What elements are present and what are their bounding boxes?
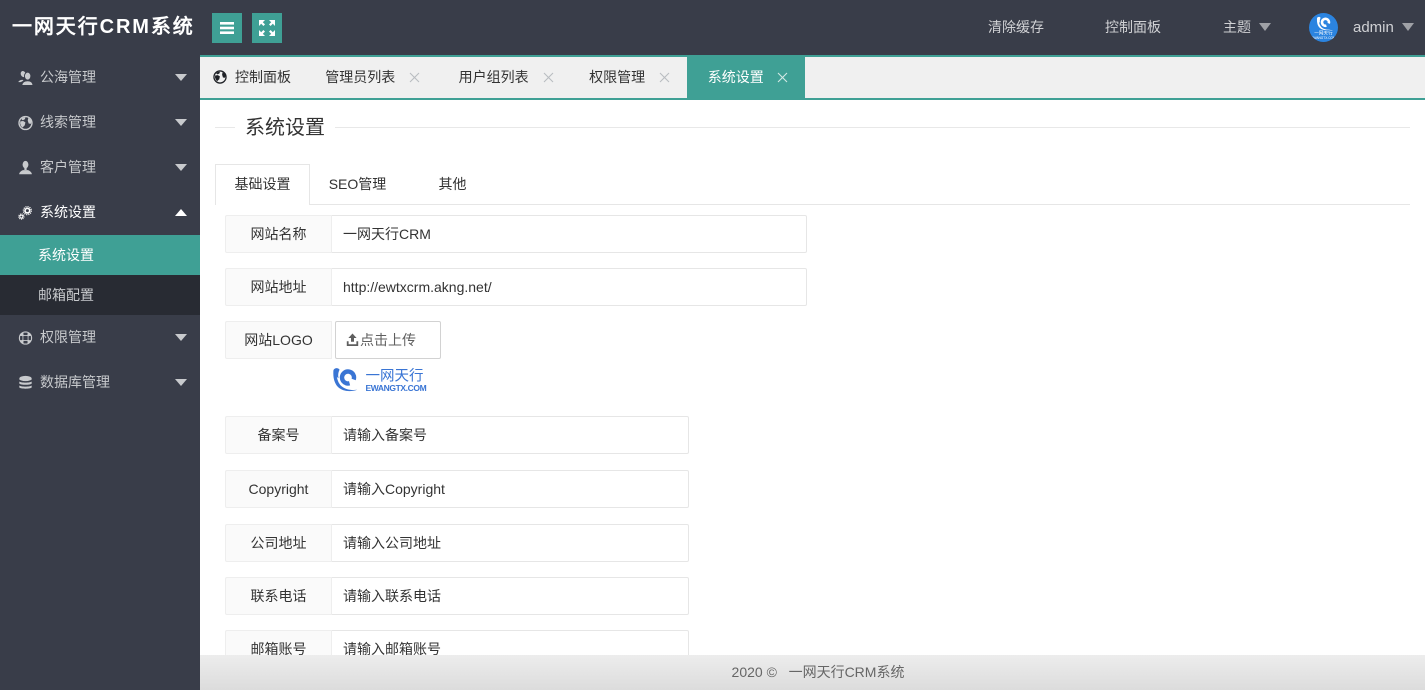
svg-text:一网天行: 一网天行 xyxy=(366,368,424,385)
svg-text:EWANGTX.COM: EWANGTX.COM xyxy=(1311,36,1336,40)
svg-text:EWANGTX.COM: EWANGTX.COM xyxy=(366,383,427,393)
